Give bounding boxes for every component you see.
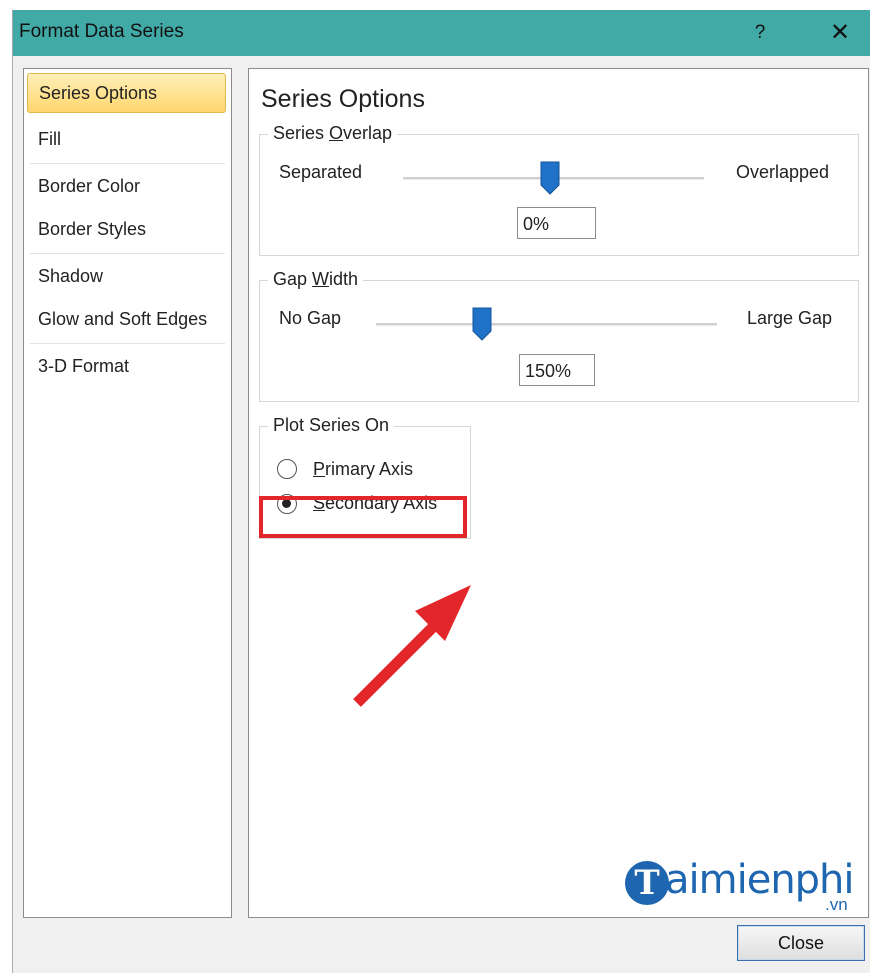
series-overlap-label: Series Overlap — [268, 123, 398, 144]
gap-width-input[interactable]: 150% — [519, 354, 595, 386]
gap-width-slider-thumb[interactable] — [472, 307, 492, 341]
series-overlap-slider-thumb[interactable] — [540, 161, 560, 195]
primary-axis-radio[interactable] — [277, 459, 297, 479]
slider-max-label: Large Gap — [747, 308, 833, 328]
help-button[interactable]: ? — [741, 14, 779, 52]
slider-max-label: Overlapped — [736, 162, 830, 182]
logo-tld: .vn — [825, 895, 848, 914]
nav-item-3d-format[interactable]: 3-D Format — [24, 346, 231, 386]
nav-item-border-styles[interactable]: Border Styles — [24, 209, 231, 249]
red-arrow-annotation — [353, 585, 471, 707]
dialog-title: Format Data Series — [19, 21, 184, 42]
nav-item-shadow[interactable]: Shadow — [24, 256, 231, 296]
slider-min-label: Separated — [279, 162, 363, 182]
gap-width-label: Gap Width — [268, 269, 364, 290]
gap-width-group: Gap Width No Gap Large Gap 150% — [259, 269, 859, 402]
close-button[interactable]: Close — [737, 925, 865, 961]
nav-item-glow-soft-edges[interactable]: Glow and Soft Edges — [24, 299, 231, 339]
primary-axis-label[interactable]: Primary Axis — [313, 459, 413, 480]
logo-badge: T — [625, 861, 669, 905]
series-options-panel: Series Options Series Overlap Separated … — [248, 68, 869, 918]
taimienphi-watermark-logo: T aimienphi .vn — [625, 857, 865, 914]
close-icon[interactable]: ✕ — [821, 14, 859, 52]
highlight-box — [259, 496, 467, 538]
format-data-series-dialog: Format Data Series ? ✕ Series Options Fi… — [12, 10, 870, 973]
nav-divider — [30, 253, 225, 254]
nav-item-border-color[interactable]: Border Color — [24, 166, 231, 206]
gap-width-slider-track[interactable] — [376, 323, 717, 326]
panel-title: Series Options — [261, 85, 425, 113]
category-list: Series Options Fill Border Color Border … — [23, 68, 232, 918]
nav-item-fill[interactable]: Fill — [24, 119, 231, 159]
slider-min-label: No Gap — [279, 308, 342, 328]
nav-item-series-options[interactable]: Series Options — [27, 73, 226, 113]
nav-divider — [30, 343, 225, 344]
title-bar[interactable]: Format Data Series ? ✕ — [13, 10, 870, 56]
series-overlap-group: Series Overlap Separated Overlapped 0% — [259, 123, 859, 256]
series-overlap-input[interactable]: 0% — [517, 207, 596, 239]
plot-series-on-label: Plot Series On — [268, 415, 395, 436]
nav-divider — [30, 163, 225, 164]
